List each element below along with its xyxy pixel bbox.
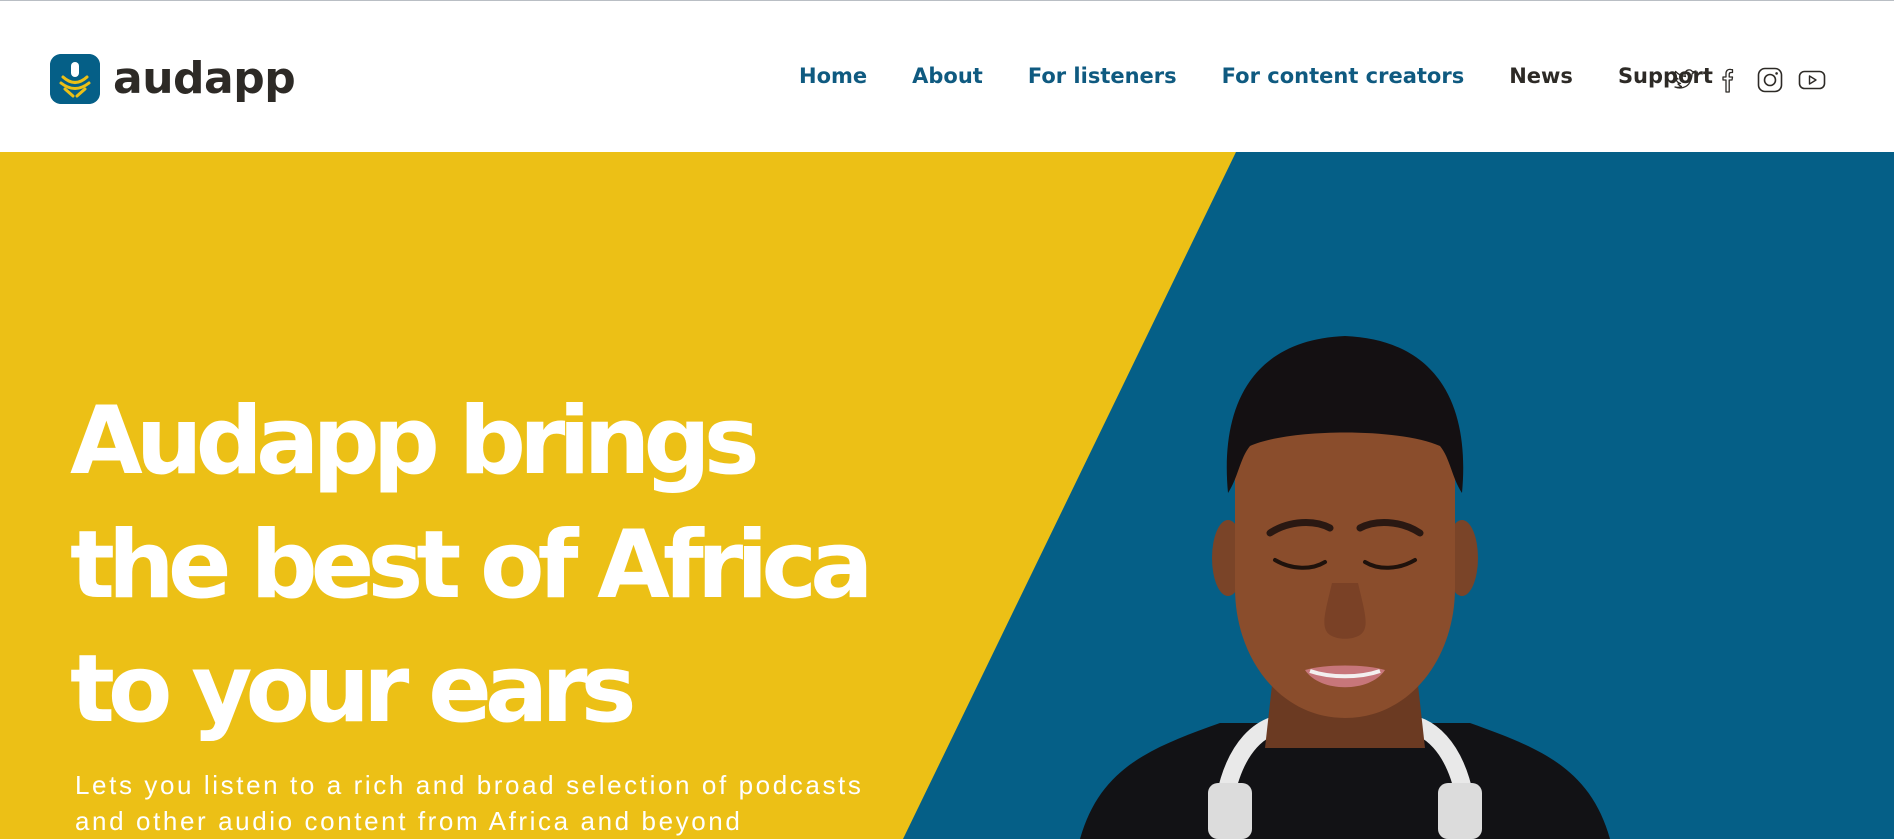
headline-line: Audapp brings — [70, 387, 760, 496]
hero-subtext: Lets you listen to a rich and broad sele… — [75, 767, 955, 839]
site-header: audapp Home About For listeners For cont… — [0, 1, 1894, 152]
headline-line: the best of Africa — [70, 511, 874, 620]
nav-for-listeners[interactable]: For listeners — [1028, 65, 1177, 87]
nav-news[interactable]: News — [1509, 65, 1573, 87]
youtube-icon[interactable] — [1797, 65, 1827, 95]
hero-section: Audapp brings the best of Africa to your… — [0, 152, 1894, 839]
twitter-icon[interactable] — [1671, 65, 1701, 95]
hero-headline: Audapp brings the best of Africa to your… — [70, 380, 970, 752]
nav-about[interactable]: About — [912, 65, 983, 87]
main-nav: Home About For listeners For content cre… — [799, 62, 1713, 90]
logo-link[interactable]: audapp — [50, 53, 296, 104]
hero-person-image — [1080, 336, 1610, 839]
facebook-icon[interactable] — [1713, 65, 1743, 95]
social-links — [1671, 65, 1827, 95]
logo-wordmark: audapp — [113, 53, 296, 104]
instagram-icon[interactable] — [1755, 65, 1785, 95]
audapp-logo-icon — [50, 54, 100, 104]
subtext-line: Lets you listen to a rich and broad sele… — [75, 770, 864, 800]
headline-line: to your ears — [70, 635, 637, 744]
subtext-line: and other audio content from Africa and … — [75, 806, 743, 836]
nav-for-content-creators[interactable]: For content creators — [1222, 65, 1465, 87]
nav-home[interactable]: Home — [799, 65, 867, 87]
